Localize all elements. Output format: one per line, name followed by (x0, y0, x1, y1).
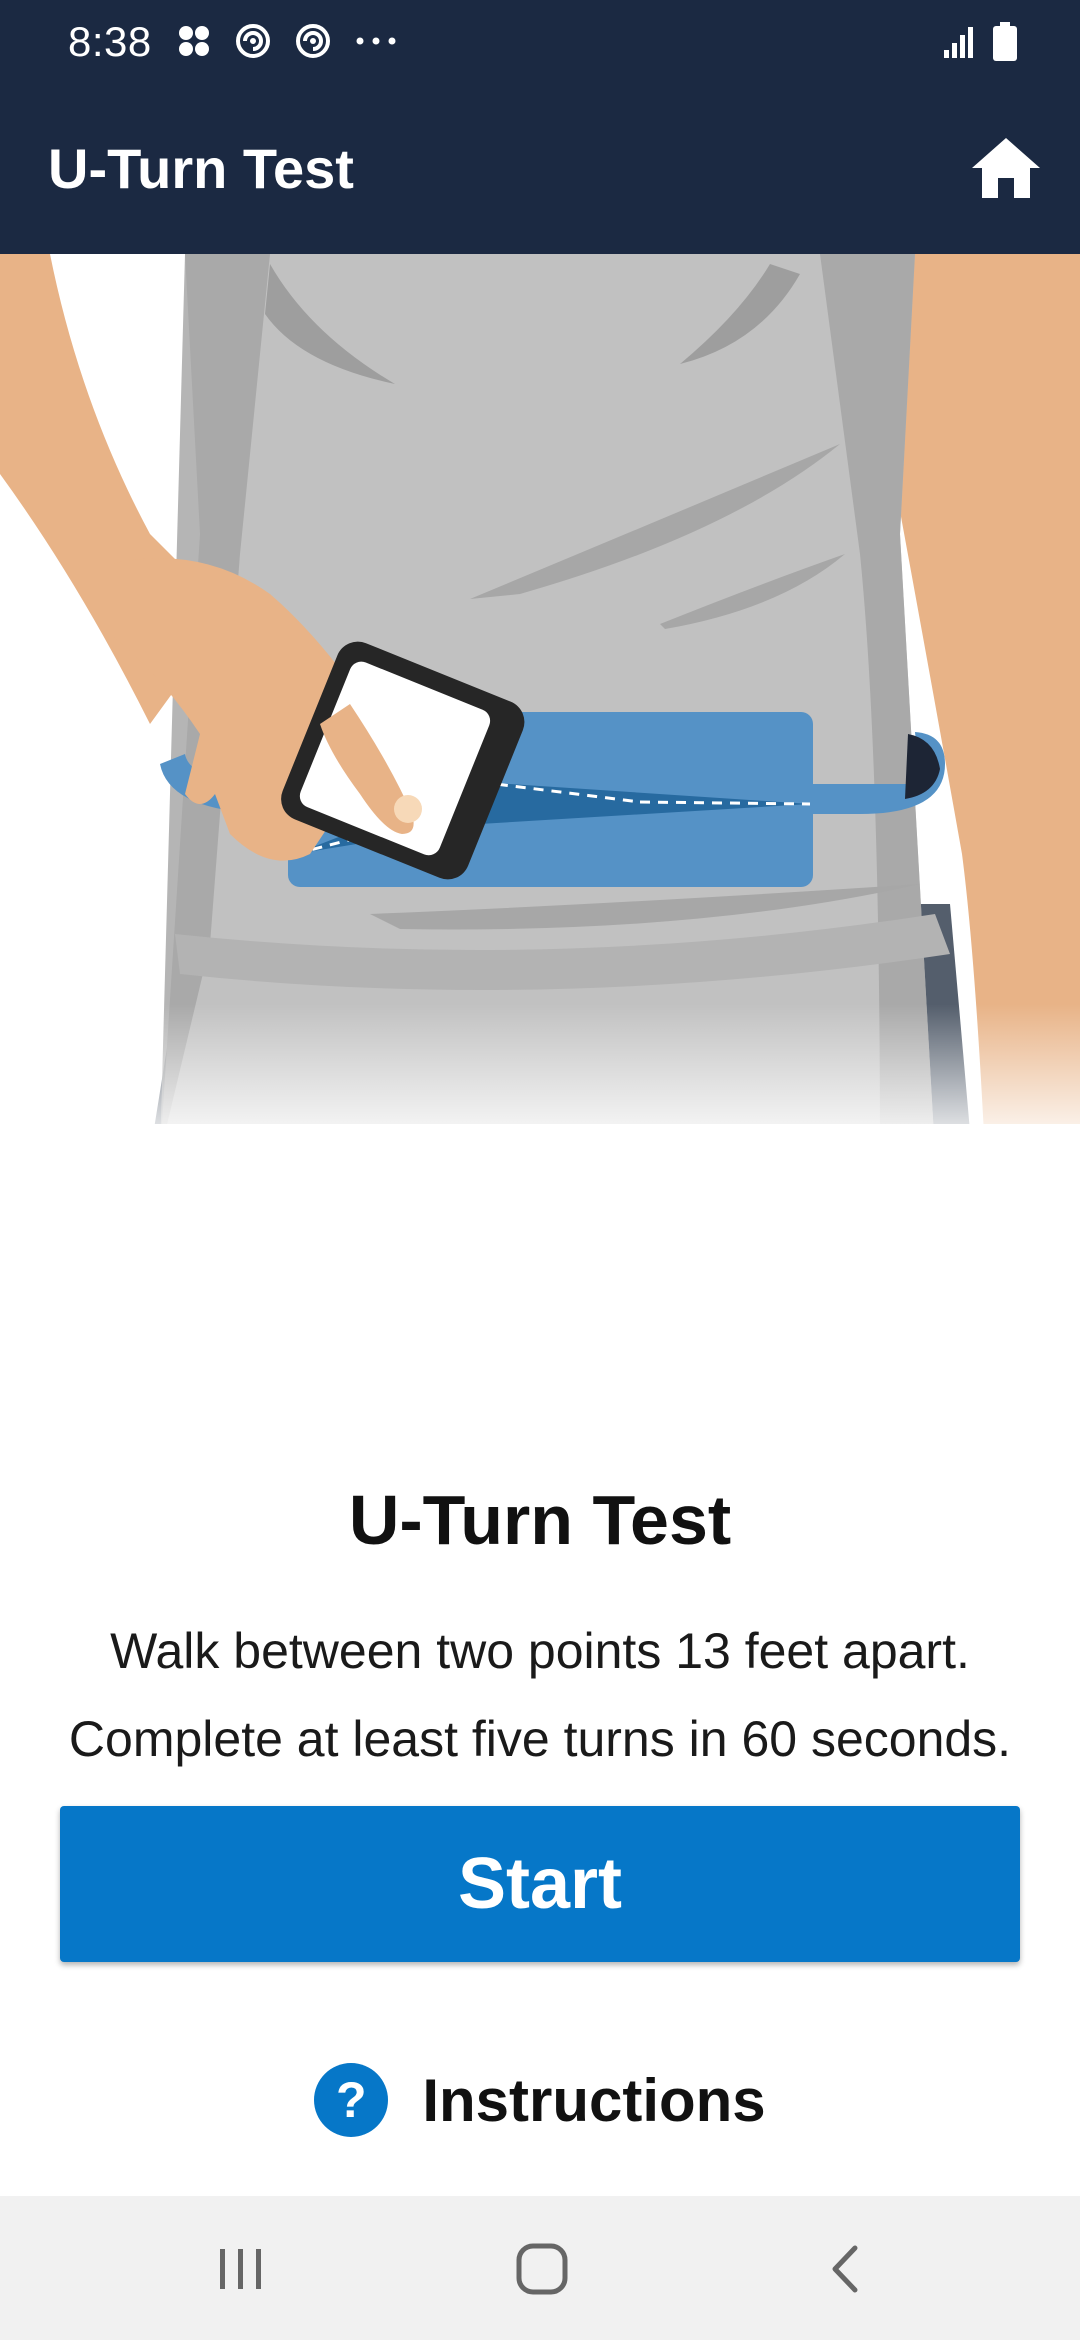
help-icon: ? (314, 2063, 389, 2137)
system-icons (942, 22, 1018, 62)
system-nav-bar (0, 2196, 1080, 2340)
start-button[interactable]: Start (60, 1806, 1020, 1962)
apps-icon (179, 26, 209, 56)
app-bar-title: U-Turn Test (48, 137, 354, 200)
status-time: 8:38 (68, 18, 152, 65)
battery-icon (993, 22, 1017, 61)
sync-icon (236, 24, 270, 58)
back-button[interactable] (785, 2224, 905, 2314)
signal-icon (944, 27, 973, 58)
description-line-2: Complete at least five turns in 60 secon… (68, 1711, 1012, 1767)
recents-icon (220, 2249, 261, 2289)
back-icon (832, 2245, 858, 2293)
description-line-1: Walk between two points 13 feet apart. (110, 1623, 970, 1679)
home-icon (972, 138, 1040, 198)
illustration (0, 254, 1080, 1154)
instructions-link[interactable]: ? Instructions (0, 2060, 1080, 2140)
instructions-label: Instructions (422, 2066, 766, 2134)
recents-button[interactable] (181, 2224, 301, 2314)
belt-phone-illustration (0, 254, 1080, 1154)
app-bar: U-Turn Test (0, 84, 1080, 254)
home-button[interactable] (968, 132, 1044, 204)
test-title: U-Turn Test (348, 1481, 732, 1559)
home-nav-button[interactable] (482, 2224, 602, 2314)
sync-icon (296, 24, 330, 58)
more-dots-icon (356, 37, 396, 45)
notification-icons (176, 22, 398, 60)
status-bar: 8:38 (0, 0, 1080, 84)
home-nav-icon (516, 2243, 568, 2295)
